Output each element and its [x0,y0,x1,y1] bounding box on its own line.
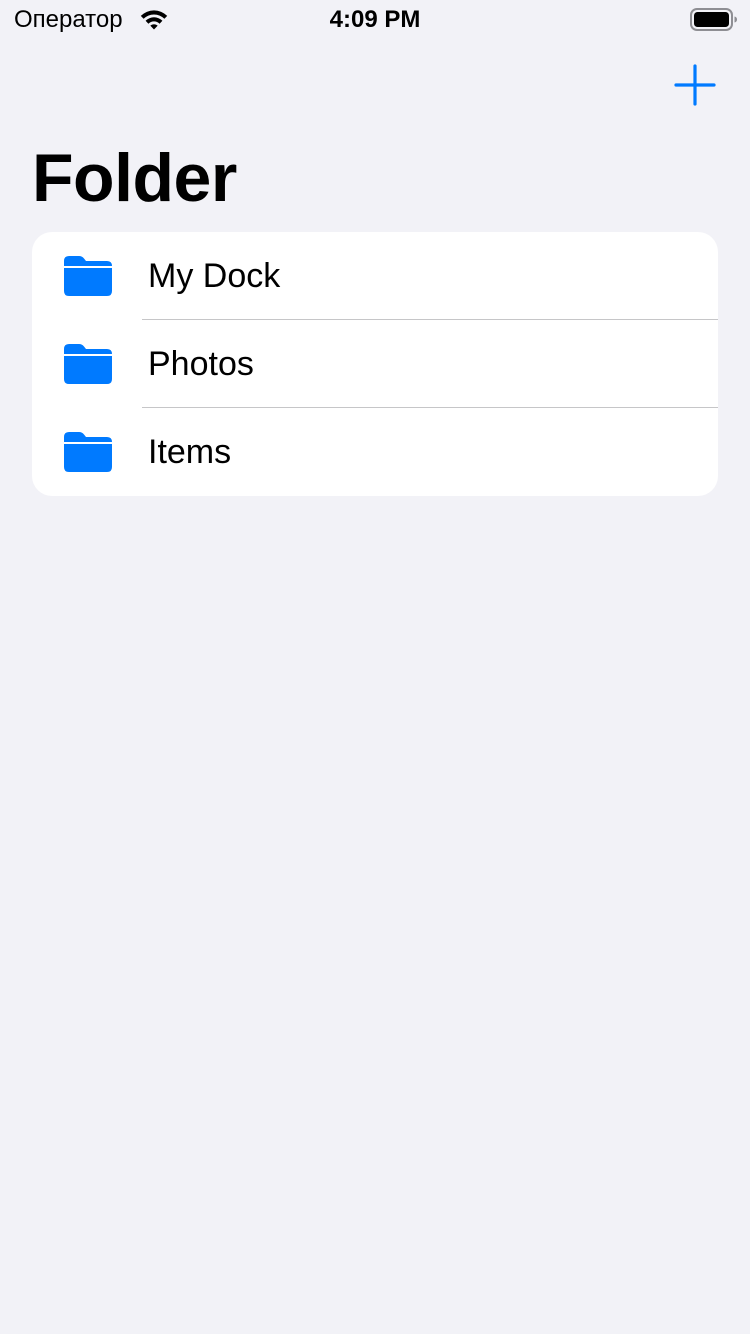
folder-row-photos[interactable]: Photos [32,320,718,408]
folder-label: My Dock [148,257,281,295]
plus-icon [674,64,716,106]
screen: Оператор 4:09 PM Folder My Dock Photos I… [0,0,750,1334]
add-folder-button[interactable] [672,62,718,108]
folder-row-my-dock[interactable]: My Dock [32,232,718,320]
folder-icon [64,256,112,296]
folder-icon [64,432,112,472]
battery-icon [690,7,738,33]
folder-row-items[interactable]: Items [32,408,718,496]
status-bar: Оператор 4:09 PM [0,0,750,40]
page-title: Folder [32,140,237,216]
folder-list: My Dock Photos Items [32,232,718,496]
status-time: 4:09 PM [329,6,421,33]
folder-label: Items [148,433,232,471]
folder-icon [64,344,112,384]
folder-label: Photos [148,345,254,383]
